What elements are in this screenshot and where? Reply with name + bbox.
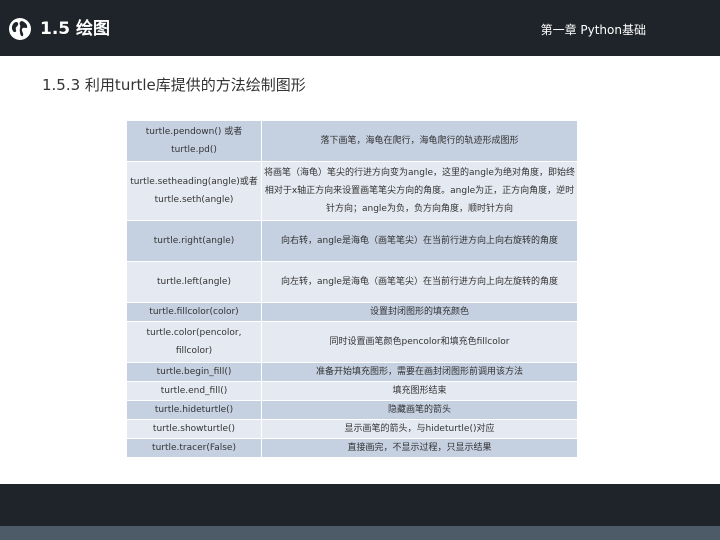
method-cell: turtle.tracer(False) [126,438,262,458]
method-cell: turtle.begin_fill() [126,362,262,382]
globe-icon [9,18,31,40]
table-row: turtle.begin_fill() 准备开始填充图形，需要在画封闭图形前调用… [126,362,578,382]
description-cell: 同时设置画笔颜色pencolor和填充色fillcolor [261,321,578,363]
table-row: turtle.end_fill() 填充图形结束 [126,381,578,401]
description-cell: 落下画笔，海龟在爬行，海龟爬行的轨迹形成图形 [261,120,578,162]
method-cell: turtle.pendown() 或者 turtle.pd() [126,120,262,162]
method-cell: turtle.end_fill() [126,381,262,401]
chapter-title: 第一章 Python基础 [540,23,646,37]
methods-table: turtle.pendown() 或者 turtle.pd() 落下画笔，海龟在… [126,120,578,458]
table-row: turtle.pendown() 或者 turtle.pd() 落下画笔，海龟在… [126,120,578,162]
header-bar: 1.5 绘图 第一章 Python基础 [0,0,720,56]
table-row: turtle.fillcolor(color) 设置封闭图形的填充颜色 [126,302,578,322]
method-cell: turtle.left(angle) [126,261,262,303]
method-cell: turtle.right(angle) [126,220,262,262]
table-row: turtle.right(angle) 向右转，angle是海龟（画笔笔尖）在当… [126,220,578,262]
method-cell: turtle.showturtle() [126,419,262,439]
description-cell: 向右转，angle是海龟（画笔笔尖）在当前行进方向上向右旋转的角度 [261,220,578,262]
table-row: turtle.showturtle() 显示画笔的箭头，与hideturtle(… [126,419,578,439]
method-cell: turtle.color(pencolor, fillcolor) [126,321,262,363]
method-cell: turtle.setheading(angle)或者 turtle.seth(a… [126,161,262,221]
description-cell: 将画笔（海龟）笔尖的行进方向变为angle，这里的angle为绝对角度，即始终相… [261,161,578,221]
description-cell: 准备开始填充图形，需要在画封闭图形前调用该方法 [261,362,578,382]
table-row: turtle.hideturtle() 隐藏画笔的箭头 [126,400,578,420]
table-row: turtle.tracer(False) 直接画完，不显示过程，只显示结果 [126,438,578,458]
slide-subtitle: 1.5.3 利用turtle库提供的方法绘制图形 [42,76,306,94]
table-row: turtle.setheading(angle)或者 turtle.seth(a… [126,161,578,221]
description-cell: 直接画完，不显示过程，只显示结果 [261,438,578,458]
description-cell: 显示画笔的箭头，与hideturtle()对应 [261,419,578,439]
method-cell: turtle.fillcolor(color) [126,302,262,322]
description-cell: 向左转，angle是海龟（画笔笔尖）在当前行进方向上向左旋转的角度 [261,261,578,303]
description-cell: 设置封闭图形的填充颜色 [261,302,578,322]
footer-stripe [0,526,720,540]
table-row: turtle.color(pencolor, fillcolor) 同时设置画笔… [126,321,578,363]
method-cell: turtle.hideturtle() [126,400,262,420]
section-title: 1.5 绘图 [40,19,111,39]
table-row: turtle.left(angle) 向左转，angle是海龟（画笔笔尖）在当前… [126,261,578,303]
description-cell: 填充图形结束 [261,381,578,401]
description-cell: 隐藏画笔的箭头 [261,400,578,420]
